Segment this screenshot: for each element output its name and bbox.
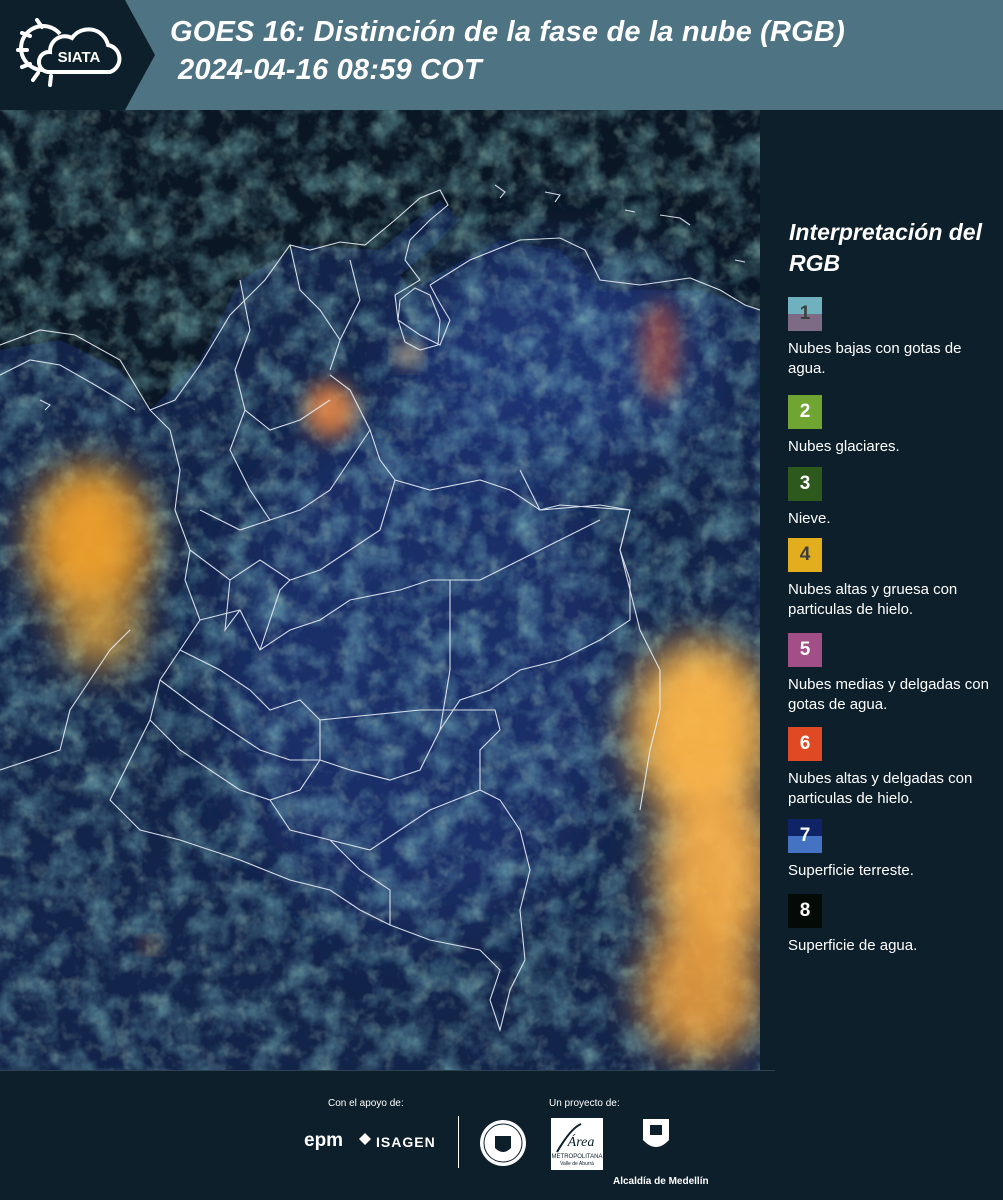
legend-item-4: 4 Nubes altas y gruesa con particulas de… bbox=[788, 538, 998, 620]
svg-text:Valle de Aburrá: Valle de Aburrá bbox=[560, 1161, 594, 1167]
legend-swatch: 6 bbox=[788, 727, 822, 761]
isagen-logo: ISAGEN bbox=[376, 1134, 436, 1150]
svg-text:METROPOLITANA: METROPOLITANA bbox=[552, 1154, 603, 1160]
legend-label: Nubes medias y delgadas con gotas de agu… bbox=[788, 676, 989, 713]
svg-text:Área: Área bbox=[567, 1133, 595, 1150]
legend-swatch: 7 bbox=[788, 819, 822, 853]
timestamp: 2024-04-16 08:59 COT bbox=[178, 54, 482, 86]
alcaldia-shield-icon bbox=[643, 1119, 669, 1147]
legend-swatch: 5 bbox=[788, 633, 822, 667]
epm-logo: epm bbox=[304, 1130, 344, 1151]
seal-icon bbox=[480, 1120, 526, 1166]
legend-label: Superficie de agua. bbox=[788, 937, 918, 954]
legend-panel: Interpretación del RGB 1 Nubes bajas con… bbox=[760, 110, 1003, 1070]
legend-item-1: 1 Nubes bajas con gotas de agua. bbox=[788, 297, 998, 379]
legend-item-3: 3 Nieve. bbox=[788, 467, 998, 529]
legend-swatch: 1 bbox=[788, 297, 822, 331]
area-metropolitana-logo: Área METROPOLITANA Valle de Aburrá bbox=[551, 1118, 603, 1170]
header-bar: SIATA GOES 16: Distinción de la fase de … bbox=[0, 0, 1003, 110]
siata-logo: SIATA bbox=[0, 0, 155, 110]
footer-vertical-divider bbox=[458, 1116, 459, 1168]
legend-swatch: 3 bbox=[788, 467, 822, 501]
legend-label: Superficie terreste. bbox=[788, 862, 914, 879]
legend-item-7: 7 Superficie terreste. bbox=[788, 819, 998, 881]
support-label: Con el apoyo de: bbox=[328, 1098, 404, 1109]
footer: Con el apoyo de: Un proyecto de: epm ISA… bbox=[0, 1070, 1003, 1200]
isagen-icon bbox=[359, 1133, 371, 1145]
project-label: Un proyecto de: bbox=[549, 1098, 620, 1109]
legend-item-5: 5 Nubes medias y delgadas con gotas de a… bbox=[788, 633, 998, 715]
legend-swatch: 2 bbox=[788, 395, 822, 429]
page-title: GOES 16: Distinción de la fase de la nub… bbox=[170, 16, 845, 48]
satellite-map bbox=[0, 110, 760, 1070]
legend-item-2: 2 Nubes glaciares. bbox=[788, 395, 998, 457]
legend-label: Nubes glaciares. bbox=[788, 438, 900, 455]
footer-divider bbox=[0, 1070, 775, 1071]
siata-logo-text: SIATA bbox=[58, 49, 101, 66]
legend-swatch: 8 bbox=[788, 894, 822, 928]
legend-item-8: 8 Superficie de agua. bbox=[788, 894, 998, 956]
legend-label: Nubes bajas con gotas de agua. bbox=[788, 340, 962, 377]
legend-item-6: 6 Nubes altas y delgadas con particulas … bbox=[788, 727, 998, 809]
legend-title: Interpretación del RGB bbox=[789, 219, 982, 276]
legend-label: Nubes altas y gruesa con particulas de h… bbox=[788, 581, 958, 618]
alcaldia-text: Alcaldía de Medellín bbox=[613, 1176, 709, 1187]
legend-swatch: 4 bbox=[788, 538, 822, 572]
legend-label: Nieve. bbox=[788, 510, 831, 527]
legend-label: Nubes altas y delgadas con particulas de… bbox=[788, 770, 973, 807]
